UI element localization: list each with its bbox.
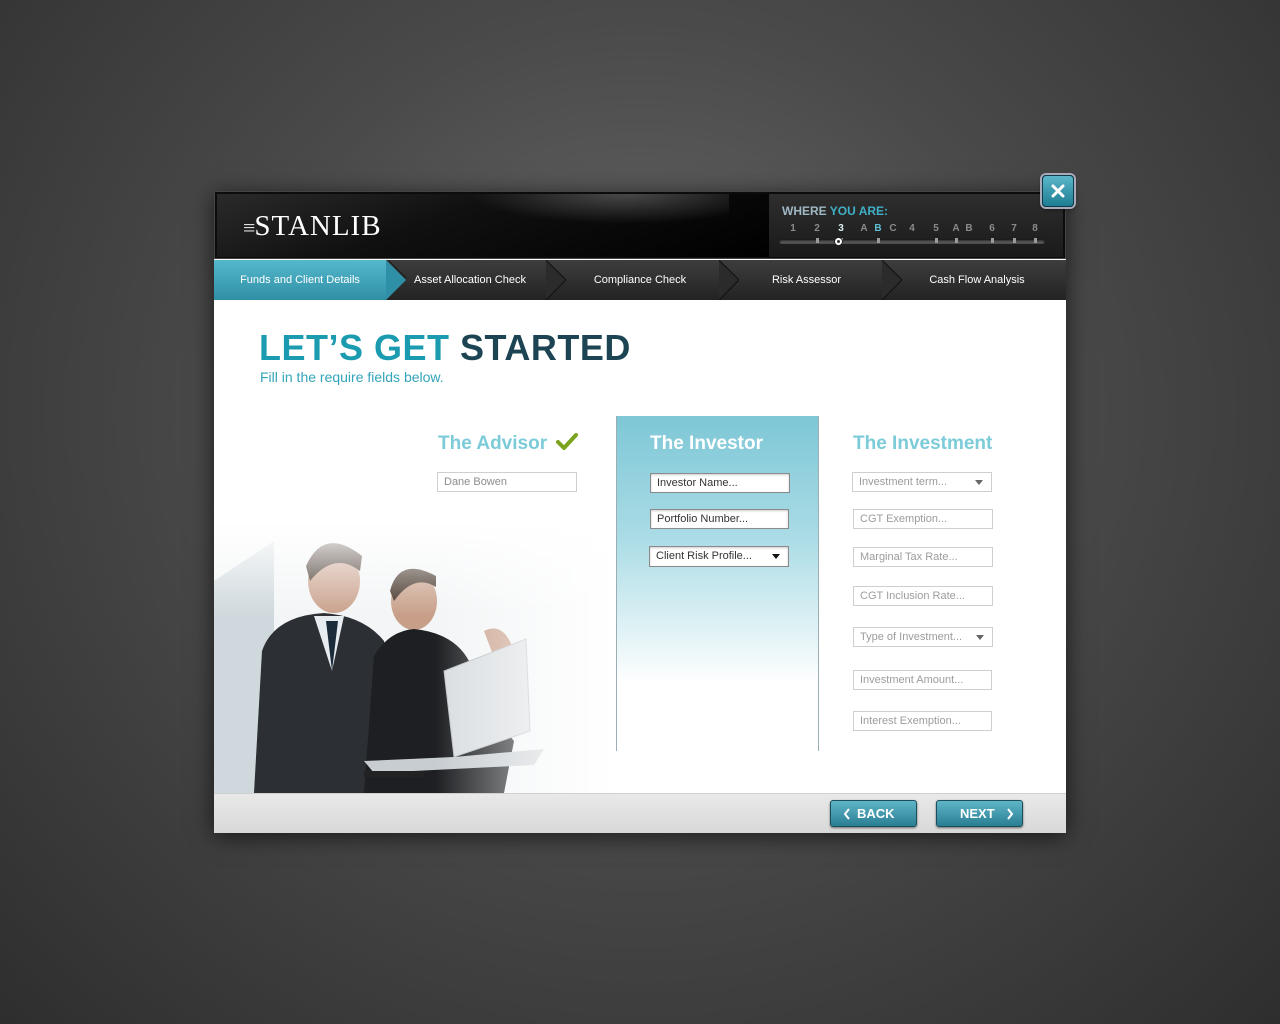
tab-funds-client-details[interactable]: Funds and Client Details xyxy=(214,260,386,300)
stanlib-logo: ≡STANLIB xyxy=(243,210,382,242)
progress-marker[interactable] xyxy=(834,237,843,246)
tab-label: Asset Allocation Check xyxy=(414,274,526,286)
portfolio-number-field[interactable]: Portfolio Number... xyxy=(650,509,789,529)
progress-step-2[interactable]: 2 xyxy=(814,223,820,234)
cgt-exemption-field[interactable]: CGT Exemption... xyxy=(853,509,993,529)
progress-step-7[interactable]: 4 xyxy=(909,223,915,234)
investor-name-field[interactable]: Investor Name... xyxy=(650,473,790,493)
type-of-investment-select[interactable]: Type of Investment... xyxy=(853,627,993,647)
investment-heading: The Investment xyxy=(853,433,993,454)
progress-tick xyxy=(877,238,880,243)
tab-asset-allocation-check[interactable]: Asset Allocation Check xyxy=(399,260,541,300)
progress-tick xyxy=(1034,238,1037,243)
progress-indicator: WHERE YOU ARE: 123ABC45AB678 xyxy=(769,194,1063,257)
check-icon xyxy=(556,433,578,450)
progress-step-3[interactable]: 3 xyxy=(838,223,844,234)
progress-tick xyxy=(955,238,958,243)
tab-risk-assessor[interactable]: Risk Assessor xyxy=(739,260,874,300)
progress-step-11[interactable]: 6 xyxy=(989,223,995,234)
investor-heading: The Investor xyxy=(650,433,763,454)
logo-wing-icon: ≡ xyxy=(243,215,256,240)
back-button-label: BACK xyxy=(857,806,895,821)
progress-step-10[interactable]: B xyxy=(965,223,972,234)
interest-exemption-field[interactable]: Interest Exemption... xyxy=(853,711,992,731)
close-icon xyxy=(1051,184,1065,198)
page-title: LET’S GET STARTED xyxy=(259,327,631,368)
step-tabs: Funds and Client Details Asset Allocatio… xyxy=(214,260,1066,300)
tab-compliance-check[interactable]: Compliance Check xyxy=(566,260,714,300)
tab-separator-icon xyxy=(546,260,566,300)
header: ≡STANLIB WHERE YOU ARE: 123ABC45AB678 xyxy=(214,191,1066,259)
page-subtitle: Fill in the require fields below. xyxy=(260,369,444,385)
next-button-label: NEXT xyxy=(960,806,995,821)
progress-step-4[interactable]: A xyxy=(860,223,867,234)
marginal-tax-rate-field[interactable]: Marginal Tax Rate... xyxy=(853,547,993,567)
back-button[interactable]: BACK xyxy=(830,800,917,827)
tab-separator-icon xyxy=(719,260,739,300)
tab-label: Cash Flow Analysis xyxy=(929,274,1025,286)
logo-area: ≡STANLIB xyxy=(217,194,769,257)
investor-panel xyxy=(616,416,819,751)
advisors-photo xyxy=(214,521,616,793)
progress-step-6[interactable]: C xyxy=(889,223,896,234)
progress-step-9[interactable]: A xyxy=(952,223,959,234)
progress-step-13[interactable]: 8 xyxy=(1032,223,1038,234)
chevron-left-icon xyxy=(843,808,850,820)
investment-term-select[interactable]: Investment term... xyxy=(852,472,992,492)
progress-step-5[interactable]: B xyxy=(874,223,881,234)
progress-tick xyxy=(1013,238,1016,243)
progress-steps: 123ABC45AB678 xyxy=(781,223,1051,235)
progress-step-8[interactable]: 5 xyxy=(933,223,939,234)
progress-step-12[interactable]: 7 xyxy=(1011,223,1017,234)
next-button[interactable]: NEXT xyxy=(936,800,1023,827)
tab-label: Compliance Check xyxy=(593,274,687,286)
chevron-right-icon xyxy=(1007,808,1014,820)
progress-tick xyxy=(991,238,994,243)
progress-tick xyxy=(816,238,819,243)
footer-bar: BACK NEXT xyxy=(214,793,1066,833)
tab-label: Funds and Client Details xyxy=(240,274,360,286)
advisor-heading: The Advisor xyxy=(438,433,548,454)
tab-label: Risk Assessor xyxy=(771,274,842,286)
progress-tick xyxy=(935,238,938,243)
investment-amount-field[interactable]: Investment Amount... xyxy=(853,670,992,690)
progress-step-1[interactable]: 1 xyxy=(790,223,796,234)
client-risk-profile-select[interactable]: Client Risk Profile... xyxy=(649,546,789,567)
wizard-window: ≡STANLIB WHERE YOU ARE: 123ABC45AB678 Fu… xyxy=(214,175,1074,833)
tab-cash-flow-analysis[interactable]: Cash Flow Analysis xyxy=(902,260,1052,300)
close-button[interactable] xyxy=(1042,175,1074,207)
cgt-inclusion-rate-field[interactable]: CGT Inclusion Rate... xyxy=(853,586,993,606)
advisor-name-field[interactable]: Dane Bowen xyxy=(437,472,577,492)
where-you-are-label: WHERE YOU ARE: xyxy=(782,204,889,218)
tab-separator-icon xyxy=(882,260,902,300)
